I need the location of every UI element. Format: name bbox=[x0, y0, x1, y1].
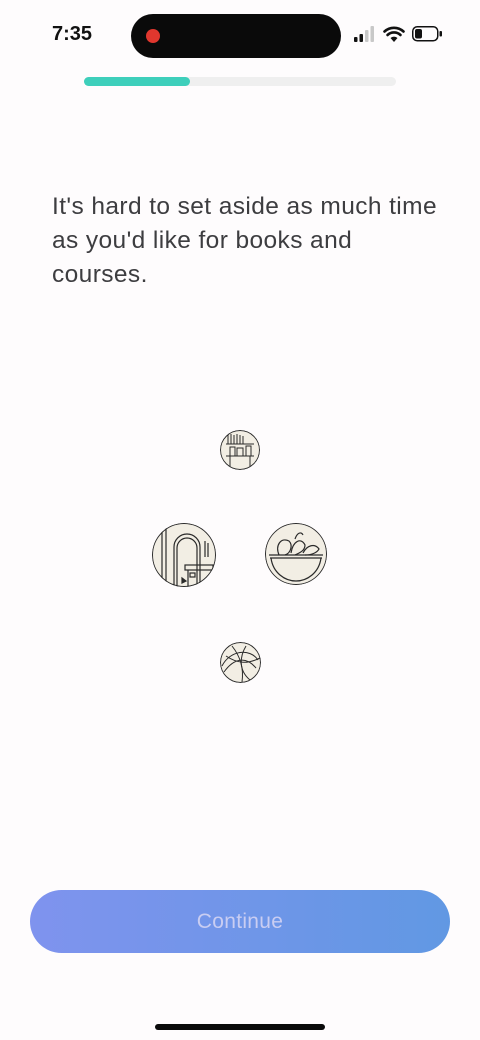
home-indicator bbox=[155, 1024, 325, 1030]
onboarding-progress-bar bbox=[84, 77, 396, 86]
cellular-signal-icon bbox=[354, 26, 374, 42]
wifi-icon bbox=[383, 26, 405, 42]
status-time: 7:35 bbox=[52, 23, 93, 45]
recording-indicator-icon bbox=[146, 29, 160, 43]
status-bar: 7:35 bbox=[0, 0, 480, 72]
dynamic-island bbox=[131, 14, 341, 58]
abstract-lines-illustration bbox=[220, 642, 261, 683]
battery-icon bbox=[412, 26, 442, 42]
question-headline: It's hard to set aside as much time as y… bbox=[52, 193, 437, 288]
doorway-illustration bbox=[152, 523, 216, 587]
status-icons bbox=[354, 24, 446, 44]
progress-fill bbox=[84, 77, 191, 86]
bookshelf-illustration bbox=[220, 430, 260, 470]
continue-button[interactable]: Continue bbox=[30, 890, 450, 953]
plant-bowl-illustration bbox=[265, 523, 327, 585]
